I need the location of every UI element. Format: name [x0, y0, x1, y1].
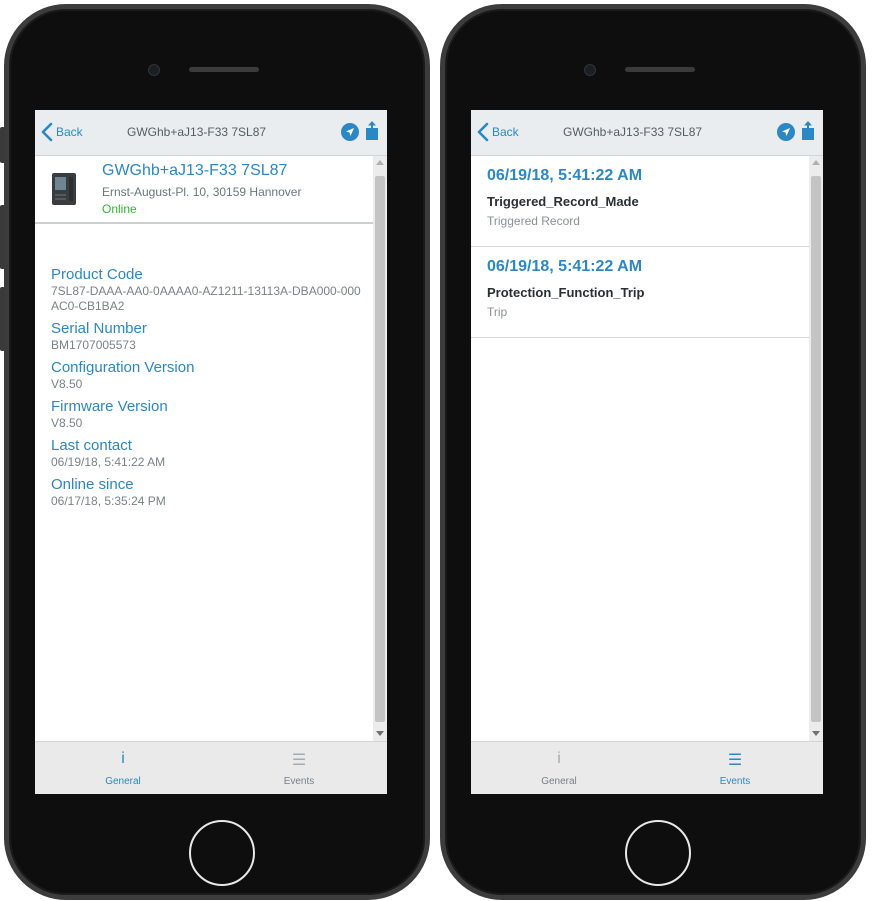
- volume-down-button: [0, 287, 5, 351]
- prop-online-since: Online since 06/17/18, 5:35:24 PM: [51, 476, 365, 509]
- event-type: Triggered Record: [487, 214, 580, 228]
- prop-serial-number: Serial Number BM1707005573: [51, 320, 365, 353]
- list-icon: ☰: [291, 752, 307, 769]
- list-item[interactable]: 06/19/18, 5:41:22 AM Triggered_Record_Ma…: [471, 156, 809, 247]
- scroll-down-arrow-icon[interactable]: [376, 731, 384, 736]
- right-phone: Back GWGhb+aJ13-F33 7SL87 06/19/18, 5:41…: [440, 4, 866, 900]
- tab-general[interactable]: i General: [471, 742, 647, 794]
- events-list: 06/19/18, 5:41:22 AM Triggered_Record_Ma…: [471, 156, 809, 338]
- left-phone: Back GWGhb+aJ13-F33 7SL87 GWGhb+aJ13-F33…: [0, 4, 430, 900]
- device-header: GWGhb+aJ13-F33 7SL87 Ernst-August-Pl. 10…: [35, 156, 373, 224]
- device-status: Online: [102, 202, 137, 216]
- tab-events[interactable]: ☰ Events: [647, 742, 823, 794]
- location-arrow-icon[interactable]: [777, 123, 795, 141]
- info-icon: i: [557, 750, 561, 767]
- prop-configuration-version: Configuration Version V8.50: [51, 359, 365, 392]
- prop-label: Firmware Version: [51, 398, 168, 415]
- volume-up-button: [0, 205, 5, 269]
- back-button[interactable]: Back: [477, 122, 519, 142]
- location-arrow-icon[interactable]: [341, 123, 359, 141]
- navbar: Back GWGhb+aJ13-F33 7SL87: [471, 110, 823, 156]
- nav-title: GWGhb+aJ13-F33 7SL87: [563, 125, 703, 139]
- scrollbar[interactable]: [373, 156, 387, 742]
- scrollbar-thumb[interactable]: [375, 176, 385, 722]
- prop-value: 7SL87-DAAA-AA0-0AAAA0-AZ1211-13113A-DBA0…: [51, 284, 361, 313]
- front-camera: [584, 64, 596, 76]
- scrollbar[interactable]: [809, 156, 823, 742]
- tab-label: Events: [283, 776, 315, 787]
- list-item[interactable]: 06/19/18, 5:41:22 AM Protection_Function…: [471, 247, 809, 338]
- device-address: Ernst-August-Pl. 10, 30159 Hannover: [102, 185, 302, 199]
- properties-list: Product Code 7SL87-DAAA-AA0-0AAAA0-AZ121…: [51, 266, 365, 515]
- tab-bar: i General ☰ Events: [471, 741, 823, 794]
- navbar: Back GWGhb+aJ13-F33 7SL87: [35, 110, 387, 156]
- device-name: GWGhb+aJ13-F33 7SL87: [102, 162, 288, 179]
- share-icon[interactable]: [365, 121, 379, 141]
- prop-value: 06/19/18, 5:41:22 AM: [51, 455, 166, 469]
- event-name: Triggered_Record_Made: [487, 194, 639, 209]
- prop-product-code: Product Code 7SL87-DAAA-AA0-0AAAA0-AZ121…: [51, 266, 365, 314]
- prop-last-contact: Last contact 06/19/18, 5:41:22 AM: [51, 437, 365, 470]
- earpiece-speaker: [189, 67, 259, 72]
- scroll-down-arrow-icon[interactable]: [812, 731, 820, 736]
- prop-label: Last contact: [51, 437, 132, 454]
- back-label: Back: [492, 125, 519, 139]
- home-button[interactable]: [625, 820, 691, 886]
- back-button[interactable]: Back: [41, 122, 83, 142]
- earpiece-speaker: [625, 67, 695, 72]
- prop-label: Serial Number: [51, 320, 147, 337]
- list-icon: ☰: [727, 752, 743, 769]
- prop-label: Product Code: [51, 266, 143, 283]
- scrollbar-thumb[interactable]: [811, 176, 821, 722]
- event-name: Protection_Function_Trip: [487, 285, 645, 300]
- mute-switch: [0, 127, 5, 163]
- nav-title: GWGhb+aJ13-F33 7SL87: [127, 125, 267, 139]
- back-label: Back: [56, 125, 83, 139]
- tab-bar: i General ☰ Events: [35, 741, 387, 794]
- scroll-up-arrow-icon[interactable]: [376, 160, 384, 165]
- home-button[interactable]: [189, 820, 255, 886]
- tab-general[interactable]: i General: [35, 742, 211, 794]
- tab-label: General: [541, 776, 577, 787]
- prop-value: BM1707005573: [51, 338, 136, 352]
- tab-label: General: [105, 776, 141, 787]
- share-icon[interactable]: [801, 121, 815, 141]
- info-icon: i: [121, 750, 125, 767]
- screen-events: Back GWGhb+aJ13-F33 7SL87 06/19/18, 5:41…: [471, 110, 823, 794]
- prop-value: V8.50: [51, 377, 83, 391]
- chevron-left-icon: [477, 122, 489, 142]
- prop-value: 06/17/18, 5:35:24 PM: [51, 494, 166, 508]
- device-icon: [52, 173, 76, 205]
- front-camera: [148, 64, 160, 76]
- scroll-up-arrow-icon[interactable]: [812, 160, 820, 165]
- event-time: 06/19/18, 5:41:22 AM: [487, 167, 643, 184]
- prop-firmware-version: Firmware Version V8.50: [51, 398, 365, 431]
- prop-label: Online since: [51, 476, 134, 493]
- screen-general: Back GWGhb+aJ13-F33 7SL87 GWGhb+aJ13-F33…: [35, 110, 387, 794]
- tab-events[interactable]: ☰ Events: [211, 742, 387, 794]
- prop-value: V8.50: [51, 416, 83, 430]
- chevron-left-icon: [41, 122, 53, 142]
- prop-label: Configuration Version: [51, 359, 195, 376]
- event-time: 06/19/18, 5:41:22 AM: [487, 258, 643, 275]
- event-type: Trip: [487, 305, 508, 319]
- tab-label: Events: [719, 776, 751, 787]
